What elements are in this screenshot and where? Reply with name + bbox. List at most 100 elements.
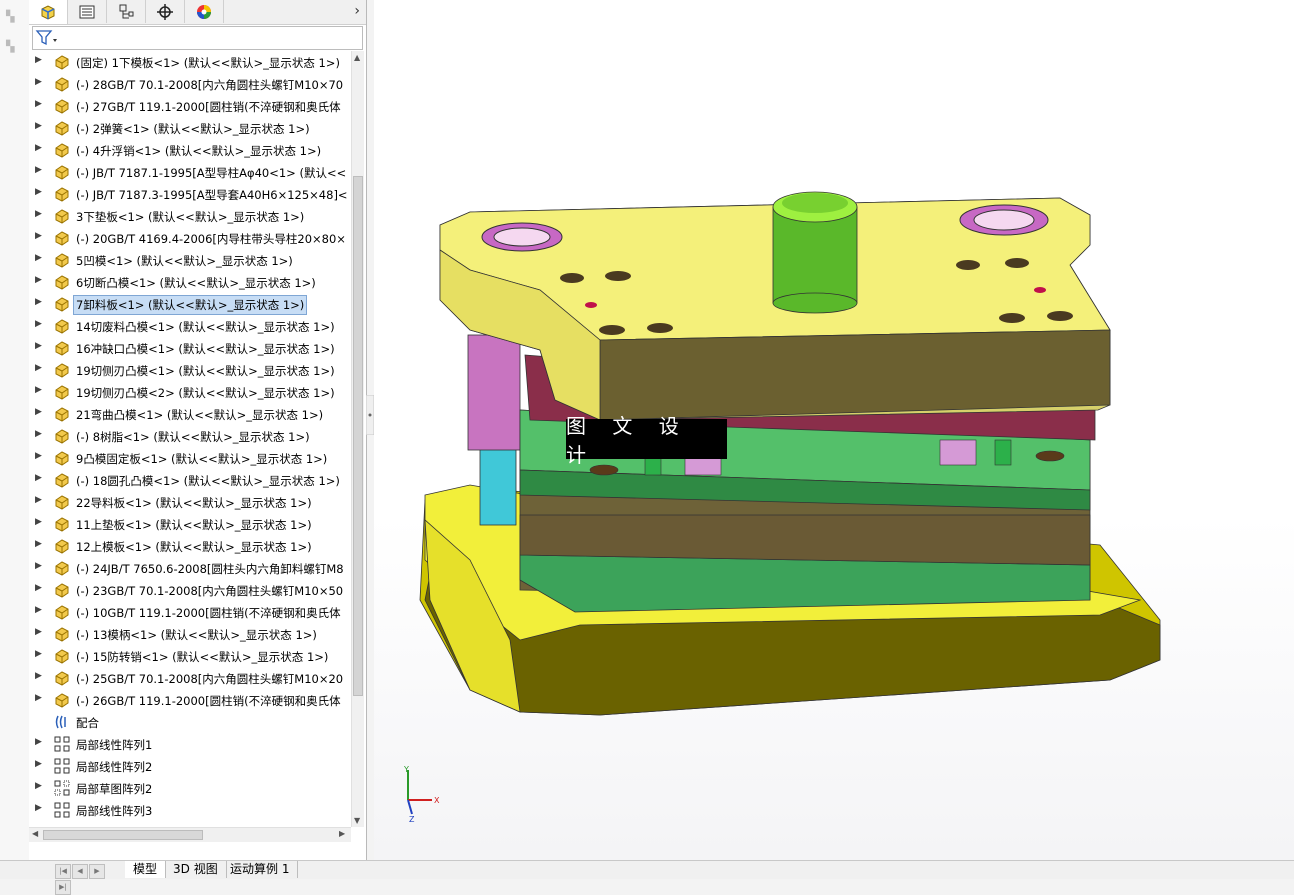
expand-arrow-icon[interactable]: ▶	[35, 165, 42, 175]
tree-item[interactable]: ▶ (-) 10GB/T 119.1-2000[圆柱销(不淬硬钢和奥氏体	[29, 601, 351, 623]
tree-item[interactable]: ▶ 16冲缺口凸模<1> (默认<<默认>_显示状态 1>)	[29, 337, 351, 359]
expand-arrow-icon[interactable]: ▶	[35, 297, 42, 307]
expand-arrow-icon[interactable]: ▶	[35, 99, 42, 109]
tab-nav-buttons[interactable]: |◀ ◀ ▶ ▶|	[55, 863, 121, 895]
expand-arrow-icon[interactable]: ▶	[35, 275, 42, 285]
scroll-down-icon[interactable]: ▼	[354, 816, 360, 825]
scroll-left-icon[interactable]: ◀	[32, 829, 38, 838]
tree-item[interactable]: ▶ 14切废料凸模<1> (默认<<默认>_显示状态 1>)	[29, 315, 351, 337]
tab-model[interactable]: 模型	[125, 861, 167, 878]
chevron-right-icon[interactable]: ›	[354, 3, 360, 19]
expand-arrow-icon[interactable]: ▶	[35, 605, 42, 615]
tab-feature-manager[interactable]	[29, 0, 68, 24]
panel-splitter[interactable]	[365, 394, 375, 436]
manager-tabs: ›	[29, 0, 366, 25]
expand-arrow-icon[interactable]: ▶	[35, 143, 42, 153]
tree-item[interactable]: ▶ (-) 24JB/T 7650.6-2008[圆柱头内六角卸料螺钉M8	[29, 557, 351, 579]
prev-tab-icon[interactable]: ◀	[72, 864, 88, 879]
tree-item[interactable]: ▶ 局部线性阵列3	[29, 799, 351, 821]
tab-3d-view[interactable]: 3D 视图	[165, 861, 227, 878]
tree-item[interactable]: ▶ 5凹模<1> (默认<<默认>_显示状态 1>)	[29, 249, 351, 271]
tree-item[interactable]: ▶ (-) 28GB/T 70.1-2008[内六角圆柱头螺钉M10×70	[29, 73, 351, 95]
filter-field[interactable]	[32, 26, 363, 50]
last-tab-icon[interactable]: ▶|	[55, 880, 71, 895]
tab-display-manager[interactable]	[185, 0, 224, 23]
expand-arrow-icon[interactable]: ▶	[35, 363, 42, 373]
expand-arrow-icon[interactable]: ▶	[35, 517, 42, 527]
tree-item[interactable]: ▶ (-) JB/T 7187.3-1995[A型导套A40H6×125×48]<	[29, 183, 351, 205]
tab-motion-study[interactable]: 运动算例 1	[222, 861, 299, 878]
expand-arrow-icon[interactable]: ▶	[35, 583, 42, 593]
expand-arrow-icon[interactable]: ▶	[35, 121, 42, 131]
tree-item[interactable]: ▶ 局部线性阵列2	[29, 755, 351, 777]
expand-arrow-icon[interactable]: ▶	[35, 737, 42, 747]
expand-arrow-icon[interactable]: ▶	[35, 781, 42, 791]
expand-arrow-icon[interactable]: ▶	[35, 627, 42, 637]
expand-arrow-icon[interactable]: ▶	[35, 649, 42, 659]
expand-arrow-icon[interactable]: ▶	[35, 187, 42, 197]
expand-arrow-icon[interactable]: ▶	[35, 759, 42, 769]
expand-arrow-icon[interactable]: ▶	[35, 671, 42, 681]
tree-item[interactable]: ▶ (-) 25GB/T 70.1-2008[内六角圆柱头螺钉M10×20	[29, 667, 351, 689]
expand-arrow-icon[interactable]: ▶	[35, 231, 42, 241]
tree-item[interactable]: ▶ (-) JB/T 7187.1-1995[A型导柱Aφ40<1> (默认<<	[29, 161, 351, 183]
tab-property-manager[interactable]	[68, 0, 107, 23]
tree-item[interactable]: 配合	[29, 711, 351, 733]
tree-item[interactable]: ▶ 6切断凸模<1> (默认<<默认>_显示状态 1>)	[29, 271, 351, 293]
tree-item[interactable]: ▶ (-) 8树脂<1> (默认<<默认>_显示状态 1>)	[29, 425, 351, 447]
expand-arrow-icon[interactable]: ▶	[35, 385, 42, 395]
tree-item[interactable]: ▶ 局部线性阵列1	[29, 733, 351, 755]
scroll-up-icon[interactable]: ▲	[354, 53, 360, 62]
tree-item[interactable]: ▶ 3下垫板<1> (默认<<默认>_显示状态 1>)	[29, 205, 351, 227]
tree-item[interactable]: ▶ (-) 15防转销<1> (默认<<默认>_显示状态 1>)	[29, 645, 351, 667]
tree-item[interactable]: ▶ 19切侧刃凸模<2> (默认<<默认>_显示状态 1>)	[29, 381, 351, 403]
expand-arrow-icon[interactable]: ▶	[35, 693, 42, 703]
tree-item[interactable]: ▶ (固定) 1下模板<1> (默认<<默认>_显示状态 1>)	[29, 51, 351, 73]
tree-item[interactable]: ▶ 局部草图阵列2	[29, 777, 351, 799]
tab-dimxpert[interactable]	[146, 0, 185, 23]
expand-arrow-icon[interactable]: ▶	[35, 55, 42, 65]
tree-item[interactable]: ▶ 7卸料板<1> (默认<<默认>_显示状态 1>)	[29, 293, 351, 315]
expand-arrow-icon[interactable]: ▶	[35, 451, 42, 461]
breadcrumb-icon[interactable]: ▚	[6, 10, 22, 23]
first-tab-icon[interactable]: |◀	[55, 864, 71, 879]
tree-item[interactable]: ▶ (-) 2弹簧<1> (默认<<默认>_显示状态 1>)	[29, 117, 351, 139]
h-scroll-thumb[interactable]	[43, 830, 203, 840]
expand-arrow-icon[interactable]: ▶	[35, 341, 42, 351]
next-tab-icon[interactable]: ▶	[89, 864, 105, 879]
tree-item[interactable]: ▶ 19切侧刃凸模<1> (默认<<默认>_显示状态 1>)	[29, 359, 351, 381]
expand-arrow-icon[interactable]: ▶	[35, 77, 42, 87]
expand-arrow-icon[interactable]: ▶	[35, 429, 42, 439]
tree-item[interactable]: ▶ (-) 18圆孔凸模<1> (默认<<默认>_显示状态 1>)	[29, 469, 351, 491]
expand-arrow-icon[interactable]: ▶	[35, 319, 42, 329]
die-assembly-model[interactable]: Y X Z	[374, 0, 1294, 860]
tree-item[interactable]: ▶ 22导料板<1> (默认<<默认>_显示状态 1>)	[29, 491, 351, 513]
tree-item[interactable]: ▶ (-) 4升浮销<1> (默认<<默认>_显示状态 1>)	[29, 139, 351, 161]
breadcrumb-icon-2[interactable]: ▚	[6, 40, 22, 53]
expand-arrow-icon[interactable]: ▶	[35, 407, 42, 417]
expand-arrow-icon[interactable]: ▶	[35, 209, 42, 219]
scroll-right-icon[interactable]: ▶	[339, 829, 345, 838]
tree-item[interactable]: ▶ 11上垫板<1> (默认<<默认>_显示状态 1>)	[29, 513, 351, 535]
expand-arrow-icon[interactable]: ▶	[35, 495, 42, 505]
tree-item-label: 19切侧刃凸模<2> (默认<<默认>_显示状态 1>)	[76, 386, 335, 400]
expand-arrow-icon[interactable]: ▶	[35, 561, 42, 571]
scroll-thumb[interactable]	[353, 176, 363, 696]
tree-item[interactable]: ▶ (-) 27GB/T 119.1-2000[圆柱销(不淬硬钢和奥氏体	[29, 95, 351, 117]
expand-arrow-icon[interactable]: ▶	[35, 803, 42, 813]
tree-item[interactable]: ▶ 21弯曲凸模<1> (默认<<默认>_显示状态 1>)	[29, 403, 351, 425]
horizontal-scrollbar[interactable]: ◀ ▶	[29, 827, 351, 842]
tree-item[interactable]: ▶ (-) 26GB/T 119.1-2000[圆柱销(不淬硬钢和奥氏体	[29, 689, 351, 711]
tree-item[interactable]: ▶ (-) 20GB/T 4169.4-2006[内导柱带头导柱20×80×	[29, 227, 351, 249]
tree-item[interactable]: ▶ (-) 13模柄<1> (默认<<默认>_显示状态 1>)	[29, 623, 351, 645]
tree-item[interactable]: ▶ (-) 23GB/T 70.1-2008[内六角圆柱头螺钉M10×50	[29, 579, 351, 601]
filter-icon[interactable]	[35, 28, 59, 48]
tab-configuration-manager[interactable]	[107, 0, 146, 23]
tree-item[interactable]: ▶ 9凸模固定板<1> (默认<<默认>_显示状态 1>)	[29, 447, 351, 469]
vertical-scrollbar[interactable]: ▲ ▼	[351, 51, 364, 827]
expand-arrow-icon[interactable]: ▶	[35, 539, 42, 549]
expand-arrow-icon[interactable]: ▶	[35, 473, 42, 483]
tree-item[interactable]: ▶ 12上模板<1> (默认<<默认>_显示状态 1>)	[29, 535, 351, 557]
expand-arrow-icon[interactable]: ▶	[35, 253, 42, 263]
graphics-area[interactable]: Y X Z	[374, 0, 1294, 860]
